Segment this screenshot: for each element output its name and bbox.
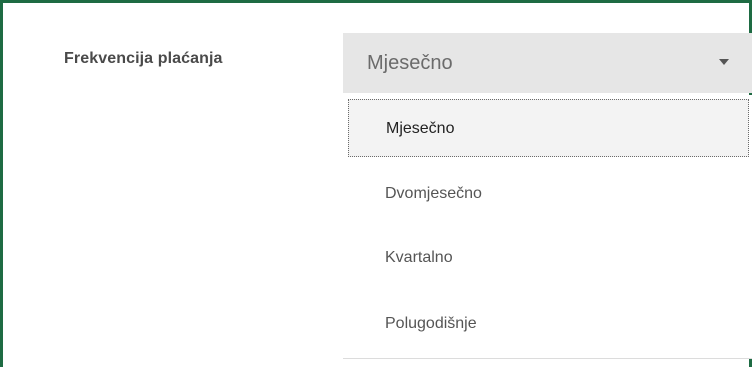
payment-frequency-dropdown: Mjesečno Dvomjesečno Kvartalno Polugodiš… [343,95,752,359]
dropdown-option-label: Polugodišnje [385,315,477,332]
dropdown-option-monthly[interactable]: Mjesečno [348,99,749,157]
payment-frequency-select[interactable]: Mjesečno [343,33,752,93]
dropdown-option-semiannual[interactable]: Polugodišnje [348,295,749,353]
payment-frequency-panel: Frekvencija plaćanja Mjesečno Mjesečno D… [0,0,752,367]
dropdown-option-bimonthly[interactable]: Dvomjesečno [348,165,749,223]
select-current-value: Mjesečno [367,52,453,74]
caret-down-icon [719,59,729,65]
dropdown-option-label: Dvomjesečno [385,185,482,202]
dropdown-option-quarterly[interactable]: Kvartalno [348,229,749,287]
payment-frequency-label: Frekvencija plaćanja [64,50,223,67]
dropdown-option-label: Kvartalno [385,249,453,266]
dropdown-option-label: Mjesečno [386,120,455,137]
